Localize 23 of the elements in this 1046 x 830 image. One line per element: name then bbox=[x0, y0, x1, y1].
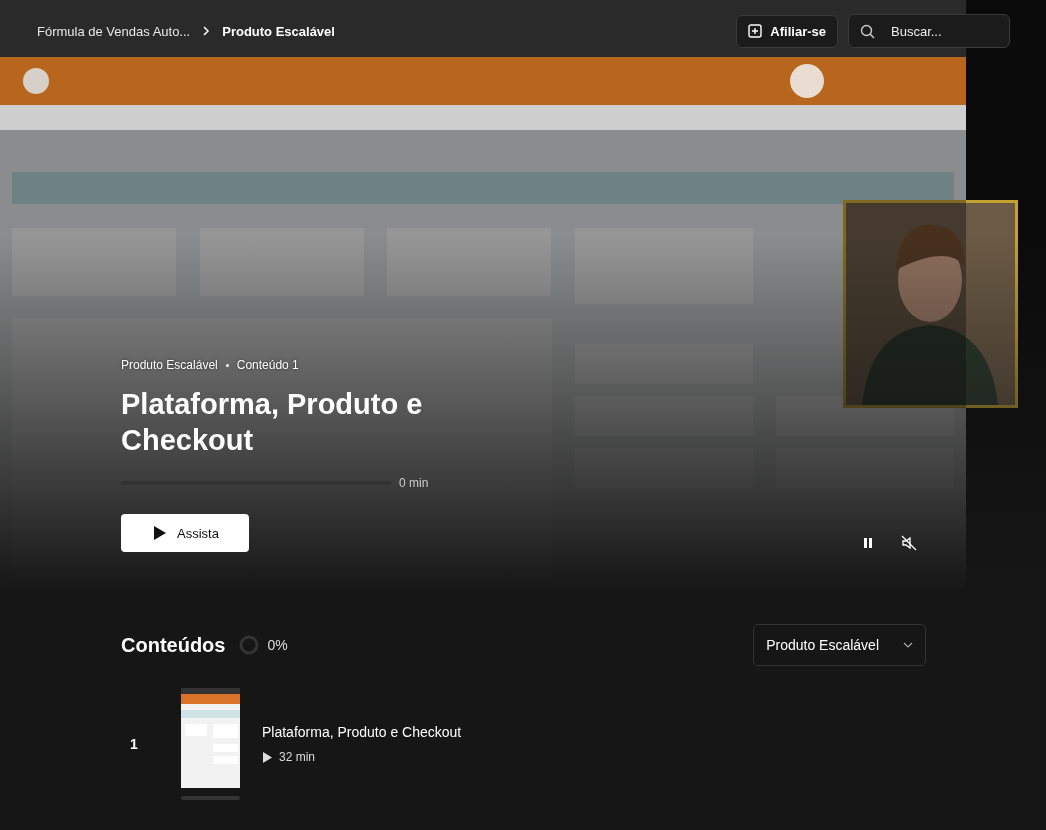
search-field[interactable]: Buscar... bbox=[848, 14, 1010, 48]
lesson-title: Plataforma, Produto e Checkout bbox=[121, 387, 424, 458]
play-icon bbox=[262, 750, 273, 764]
lesson-duration: 32 min bbox=[279, 750, 316, 764]
lesson-title[interactable]: Plataforma, Produto e Checkout bbox=[262, 724, 462, 740]
item-number: 1 bbox=[129, 736, 139, 752]
separator-dot bbox=[225, 363, 229, 367]
play-icon bbox=[153, 525, 167, 541]
progress-ring-icon bbox=[239, 635, 260, 655]
affiliate-button[interactable]: Afiliar-se bbox=[736, 14, 838, 48]
module-dropdown[interactable]: Produto Escalável bbox=[753, 624, 926, 666]
progress-percent: 0% bbox=[267, 637, 289, 653]
breadcrumb-link[interactable]: Fórmula de Vendas Auto... bbox=[37, 23, 191, 39]
chevron-down-icon bbox=[903, 642, 913, 648]
breadcrumb-link[interactable]: Produto Escalável bbox=[222, 23, 335, 39]
section-title: Conteúdos bbox=[121, 633, 226, 657]
lesson-label: Conteúdo 1 bbox=[236, 358, 299, 372]
progress-reading: 0 min bbox=[399, 476, 429, 490]
course-name: Produto Escalável bbox=[121, 358, 218, 372]
mute-icon[interactable] bbox=[901, 535, 917, 551]
search-icon bbox=[860, 24, 875, 39]
plus-square-icon bbox=[748, 24, 763, 38]
watch-button[interactable]: Assista bbox=[121, 514, 249, 552]
